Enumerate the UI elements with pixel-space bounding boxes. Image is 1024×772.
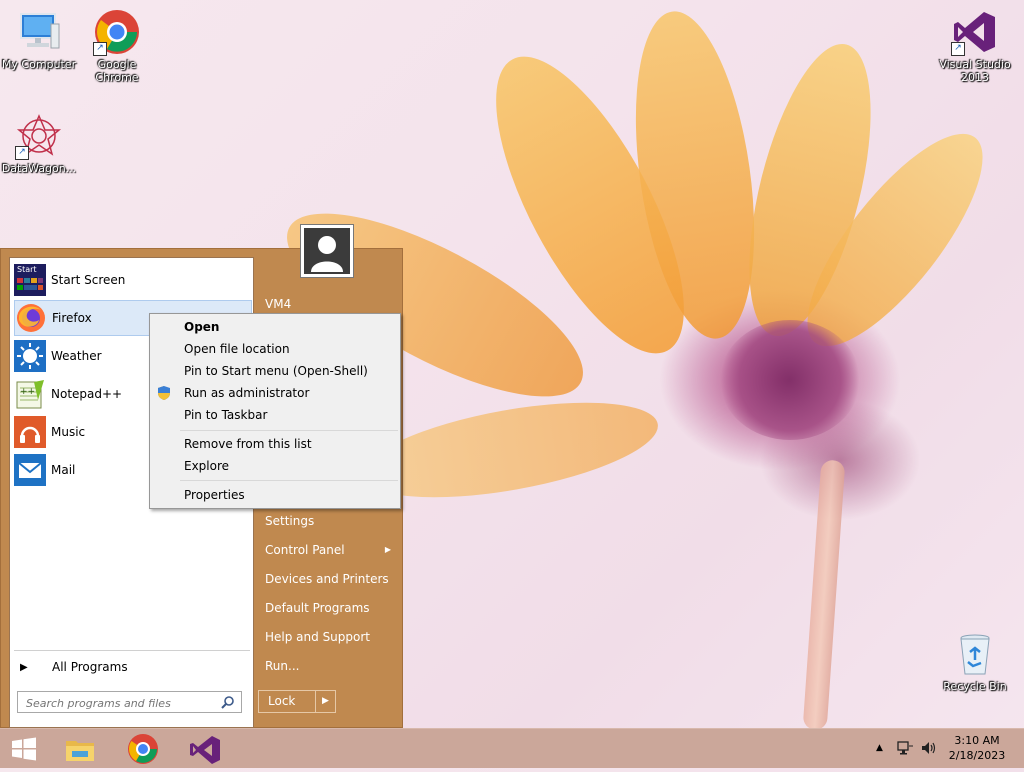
start-button[interactable] <box>4 729 44 769</box>
program-label: Notepad++ <box>51 387 123 401</box>
search-box[interactable] <box>17 691 242 713</box>
svg-text:++: ++ <box>20 387 35 397</box>
chrome-icon: ↗ <box>93 8 141 56</box>
program-label: Music <box>51 425 86 439</box>
lock-options-arrow-icon[interactable]: ▶ <box>315 690 336 713</box>
desktop-icon-my-computer[interactable]: My Computer <box>0 8 78 71</box>
start-menu-settings[interactable]: Settings <box>265 510 395 532</box>
user-icon <box>304 228 350 274</box>
taskbar-clock[interactable]: 3:10 AM 2/18/2023 <box>942 733 1012 763</box>
program-label: Mail <box>51 463 76 477</box>
user-avatar[interactable] <box>300 224 354 278</box>
wallpaper-petal <box>459 31 721 379</box>
datawagon-icon: ↗ <box>15 112 63 160</box>
clock-time: 3:10 AM <box>954 734 1000 747</box>
chrome-icon <box>128 734 158 764</box>
triangle-right-icon: ▶ <box>20 661 28 673</box>
notepad-plus-plus-icon: ++ <box>14 378 46 410</box>
volume-icon[interactable] <box>920 740 938 756</box>
folder-icon <box>66 741 94 761</box>
wallpaper-stem <box>802 459 846 731</box>
network-icon[interactable] <box>896 740 914 756</box>
music-icon <box>14 416 46 448</box>
taskbar-file-explorer[interactable] <box>60 729 100 769</box>
uac-shield-icon <box>157 385 171 401</box>
context-menu-pin-to-start[interactable]: Pin to Start menu (Open-Shell) <box>184 361 394 381</box>
desktop-icon-datawagon[interactable]: ↗ DataWagon... <box>0 112 78 175</box>
context-menu-properties[interactable]: Properties <box>184 485 394 505</box>
context-menu-open[interactable]: Open <box>184 317 394 337</box>
firefox-icon <box>15 302 47 334</box>
taskbar-visual-studio[interactable] <box>185 729 225 769</box>
show-hidden-icons-chevron-icon[interactable]: ▲ <box>876 743 883 753</box>
context-menu-separator <box>180 480 398 481</box>
start-menu-run[interactable]: Run... <box>265 655 395 677</box>
all-programs-label: All Programs <box>52 660 128 674</box>
windows-logo-icon <box>12 737 36 761</box>
programs-separator <box>14 650 250 651</box>
context-menu-open-file-location[interactable]: Open file location <box>184 339 394 359</box>
visual-studio-icon <box>190 736 220 764</box>
context-menu: Open Open file location Pin to Start men… <box>149 313 401 509</box>
start-menu-devices-and-printers[interactable]: Devices and Printers <box>265 568 395 590</box>
visual-studio-icon: ↗ <box>951 8 999 56</box>
shortcut-arrow-icon: ↗ <box>15 146 29 160</box>
wallpaper-flower-center <box>720 320 860 440</box>
all-programs-button[interactable]: ▶ All Programs <box>14 656 252 678</box>
program-label: Start Screen <box>51 273 126 287</box>
context-menu-explore[interactable]: Explore <box>184 456 394 476</box>
search-icon[interactable] <box>221 695 235 709</box>
start-badge: Start <box>17 265 37 274</box>
computer-icon <box>15 8 63 56</box>
desktop-icon-recycle-bin[interactable]: Recycle Bin <box>936 630 1014 693</box>
control-panel-label: Control Panel <box>265 543 345 557</box>
clock-date: 2/18/2023 <box>948 749 1006 762</box>
start-menu-control-panel[interactable]: Control Panel ▶ <box>265 539 395 561</box>
desktop-icon-visual-studio[interactable]: ↗ Visual Studio 2013 <box>936 8 1014 84</box>
mail-icon <box>14 454 46 486</box>
context-menu-run-as-administrator[interactable]: Run as administrator <box>184 383 394 403</box>
recycle-bin-icon <box>951 630 999 678</box>
start-menu-default-programs[interactable]: Default Programs <box>265 597 395 619</box>
context-menu-pin-to-taskbar[interactable]: Pin to Taskbar <box>184 405 394 425</box>
start-menu-user-vm4[interactable]: VM4 <box>265 293 395 315</box>
program-item-start-screen[interactable]: Start Start Screen <box>14 262 252 298</box>
search-input[interactable] <box>24 693 223 713</box>
program-label: Weather <box>51 349 102 363</box>
start-screen-icon: Start <box>14 264 46 296</box>
context-menu-remove-from-list[interactable]: Remove from this list <box>184 434 394 454</box>
program-label: Firefox <box>52 311 92 325</box>
wallpaper-petal <box>617 3 773 347</box>
taskbar-chrome[interactable] <box>123 729 163 769</box>
wallpaper-petal <box>725 32 895 348</box>
chevron-right-icon: ▶ <box>384 545 391 554</box>
shortcut-arrow-icon: ↗ <box>93 42 107 56</box>
shortcut-arrow-icon: ↗ <box>951 42 965 56</box>
context-menu-separator <box>180 430 398 431</box>
desktop-icon-google-chrome[interactable]: ↗ Google Chrome <box>78 8 156 84</box>
taskbar: ▲ 3:10 AM 2/18/2023 <box>0 728 1024 768</box>
weather-icon <box>14 340 46 372</box>
lock-button[interactable]: Lock <box>258 690 316 713</box>
start-menu-help-and-support[interactable]: Help and Support <box>265 626 395 648</box>
